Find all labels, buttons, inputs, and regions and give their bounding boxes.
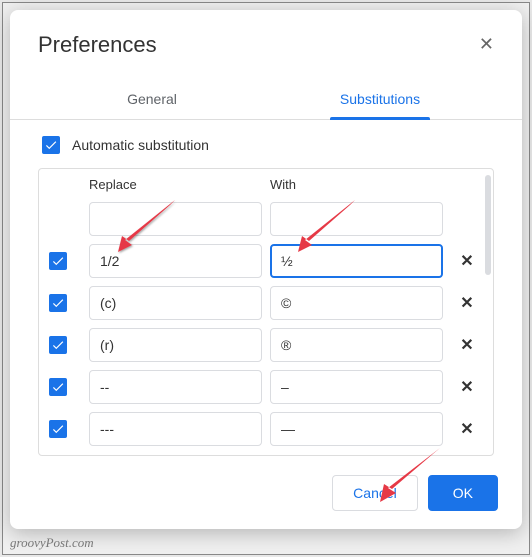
delete-row-icon[interactable]: ✕ — [451, 251, 483, 271]
row-checkbox[interactable] — [49, 252, 67, 270]
table-row — [49, 198, 483, 240]
with-input[interactable] — [270, 370, 443, 404]
automatic-substitution-label: Automatic substitution — [72, 137, 209, 153]
replace-input[interactable] — [89, 244, 262, 278]
row-checkbox[interactable] — [49, 420, 67, 438]
preferences-dialog: Preferences ✕ General Substitutions Auto… — [10, 10, 522, 529]
tab-substitutions[interactable]: Substitutions — [266, 79, 494, 119]
replace-input[interactable] — [89, 412, 262, 446]
dialog-title: Preferences — [38, 32, 157, 58]
column-header-replace: Replace — [89, 177, 262, 192]
scrollbar[interactable] — [485, 175, 491, 275]
substitutions-table: Replace With ✕ ✕ ✕ ✕ ✕ — [38, 168, 494, 456]
row-checkbox[interactable] — [49, 378, 67, 396]
with-input[interactable] — [270, 328, 443, 362]
table-row: ✕ — [49, 240, 483, 282]
replace-input[interactable] — [89, 286, 262, 320]
delete-row-icon[interactable]: ✕ — [451, 335, 483, 355]
ok-button[interactable]: OK — [428, 475, 498, 511]
with-input[interactable] — [270, 286, 443, 320]
row-checkbox[interactable] — [49, 336, 67, 354]
table-row: ✕ — [49, 408, 483, 450]
row-checkbox[interactable] — [49, 294, 67, 312]
replace-input[interactable] — [89, 328, 262, 362]
table-row: ✕ — [49, 366, 483, 408]
with-input[interactable] — [270, 244, 443, 278]
table-row: ✕ — [49, 282, 483, 324]
watermark: groovyPost.com — [10, 535, 94, 551]
replace-input[interactable] — [89, 370, 262, 404]
table-row: ✕ — [49, 324, 483, 366]
column-header-with: With — [270, 177, 443, 192]
close-icon[interactable]: ✕ — [475, 30, 498, 59]
cancel-button[interactable]: Cancel — [332, 475, 418, 511]
delete-row-icon[interactable]: ✕ — [451, 419, 483, 439]
replace-input[interactable] — [89, 202, 262, 236]
tabs: General Substitutions — [10, 79, 522, 120]
automatic-substitution-checkbox[interactable] — [42, 136, 60, 154]
delete-row-icon[interactable]: ✕ — [451, 377, 483, 397]
with-input[interactable] — [270, 202, 443, 236]
tab-general[interactable]: General — [38, 79, 266, 119]
delete-row-icon[interactable]: ✕ — [451, 293, 483, 313]
with-input[interactable] — [270, 412, 443, 446]
